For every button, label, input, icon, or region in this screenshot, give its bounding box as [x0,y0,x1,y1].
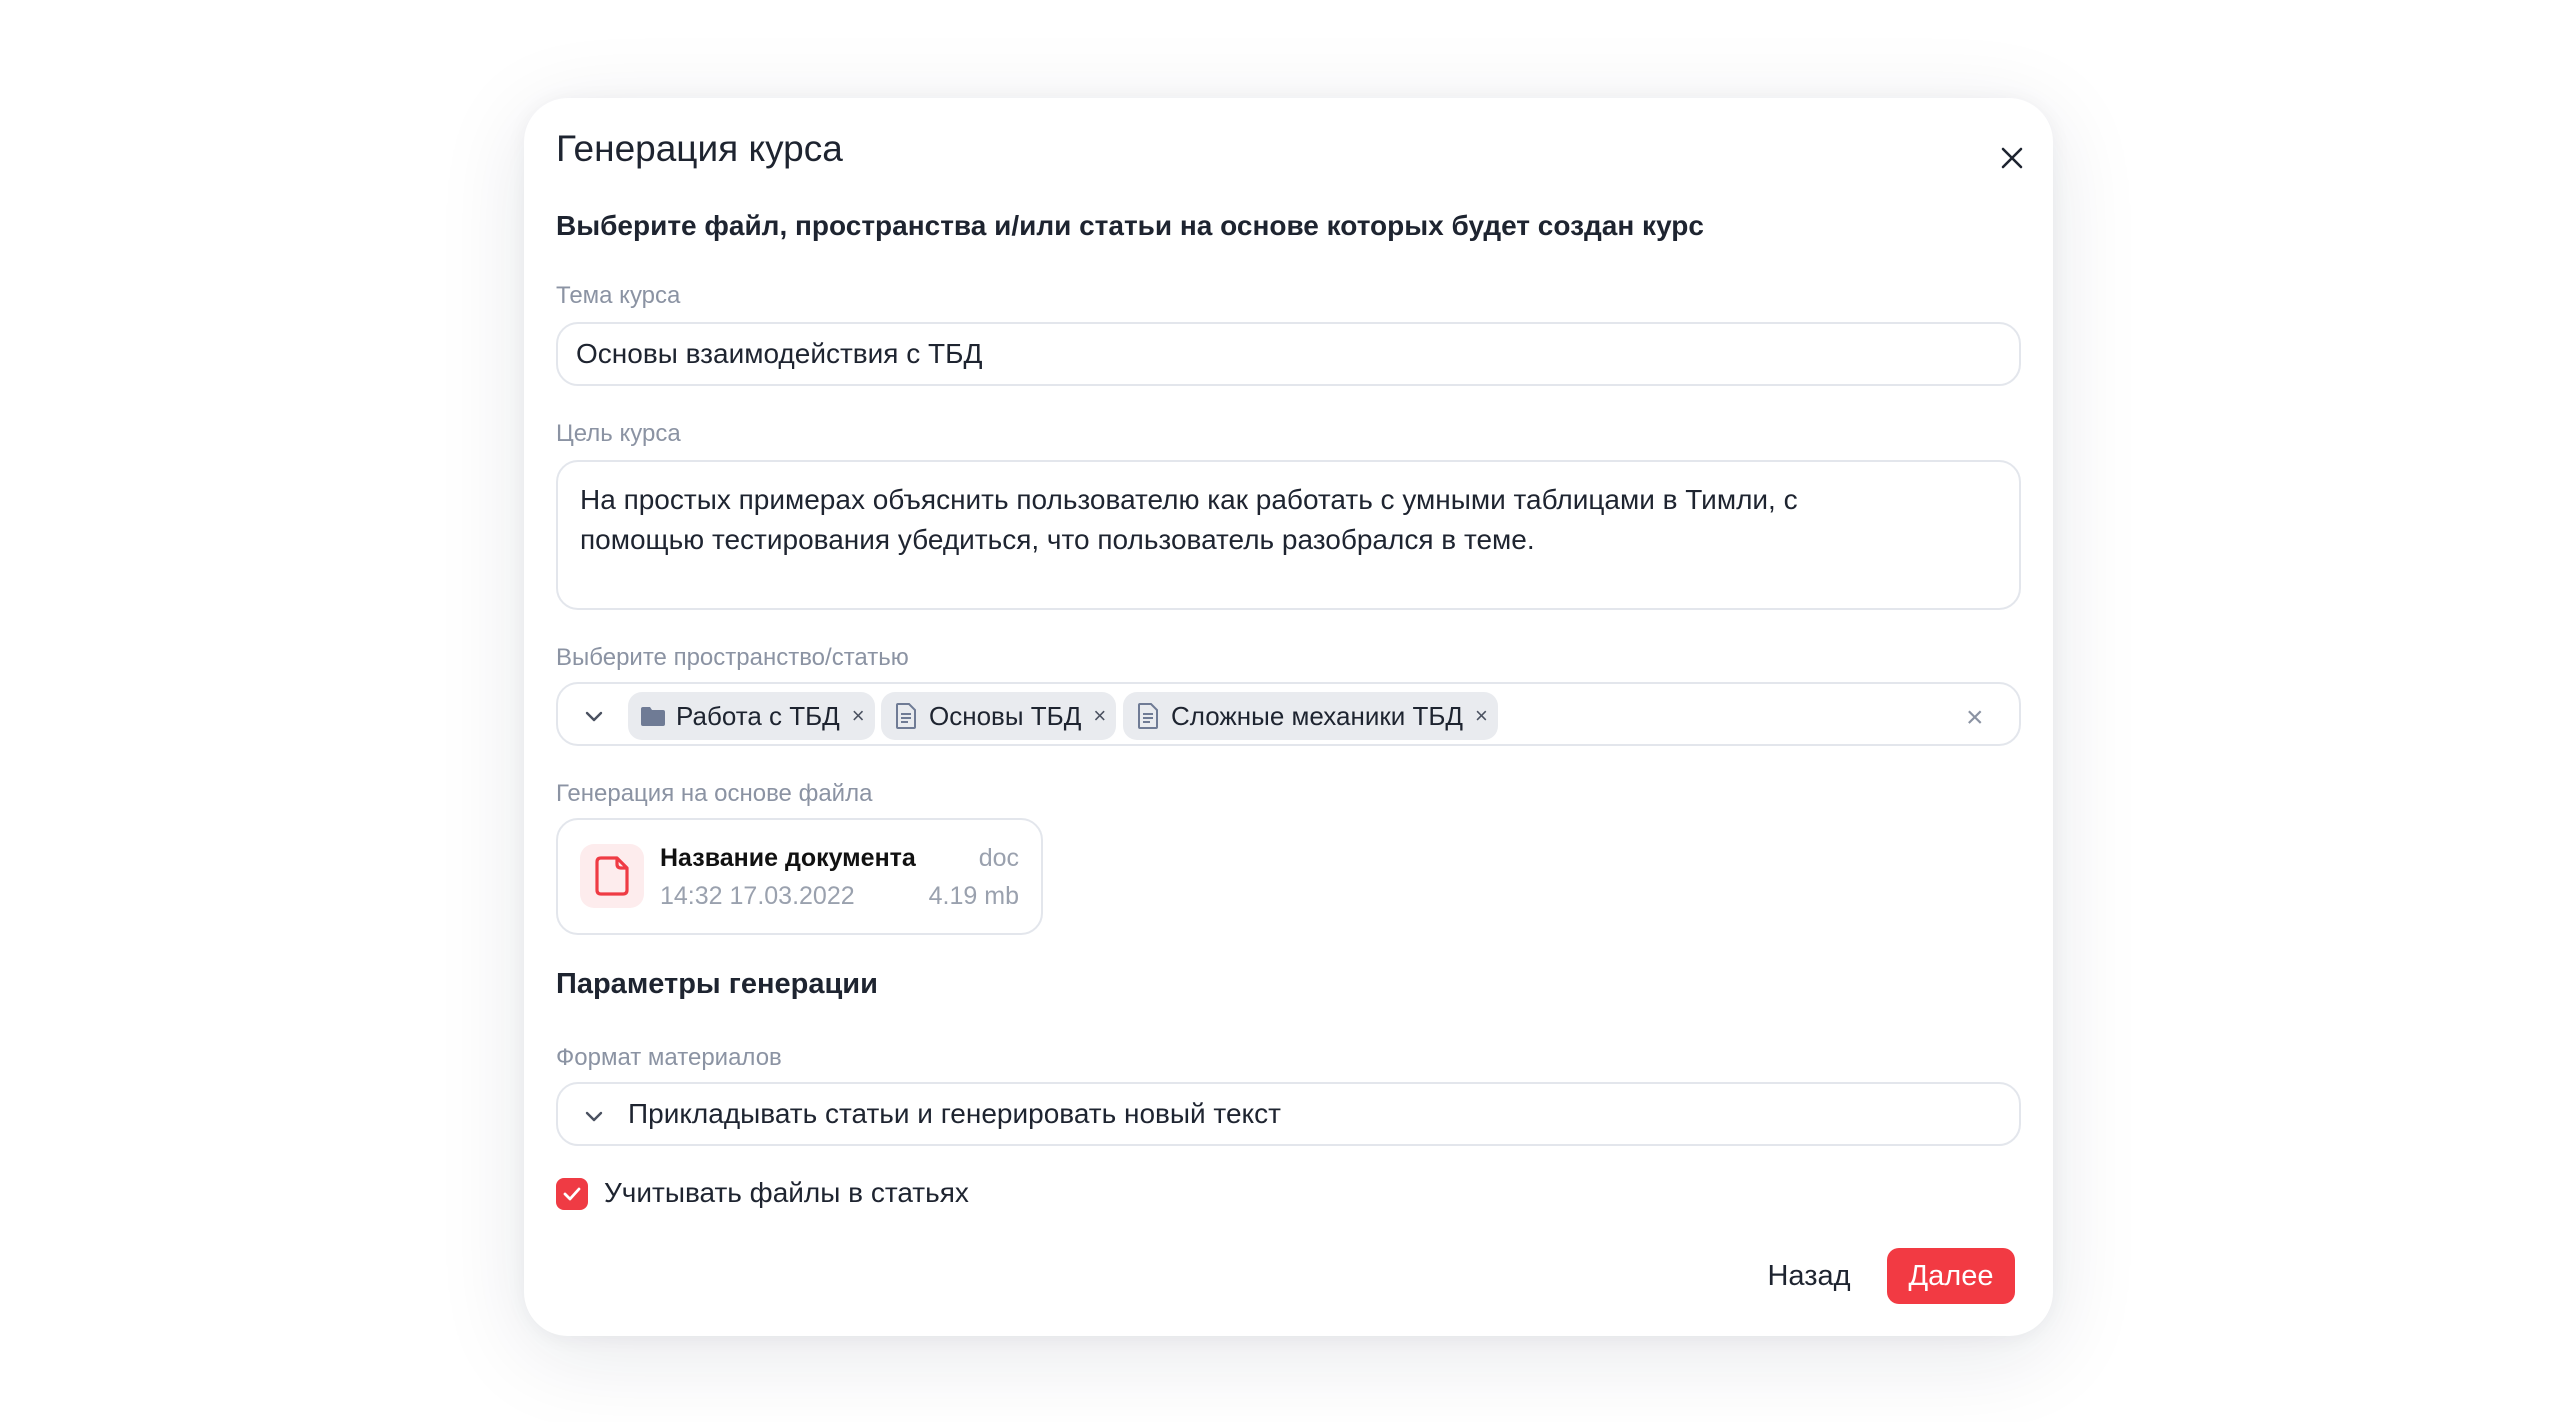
goal-line-2: помощью тестирования убедиться, что поль… [580,524,1535,555]
include-files-label[interactable]: Учитывать файлы в статьях [604,1177,969,1209]
topic-label: Тема курса [556,282,681,309]
topic-input-value: Основы взаимодействия с ТБД [576,338,983,369]
next-button[interactable]: Далее [1887,1248,2015,1304]
folder-icon [640,703,666,729]
format-label: Формат материалов [556,1044,782,1071]
back-button[interactable]: Назад [1754,1248,1864,1304]
file-section-label: Генерация на основе файла [556,780,873,807]
chip-remove-icon[interactable]: × [1475,703,1488,729]
goal-line-1: На простых примерах объяснить пользовате… [580,484,1798,515]
chevron-down-icon [582,1104,606,1128]
close-button[interactable] [1992,138,2032,178]
file-icon [595,856,629,896]
dialog-title: Генерация курса [556,128,843,169]
file-icon-wrap [580,844,644,908]
document-icon [1135,703,1161,729]
space-select-label: Выберите пространство/статью [556,644,909,671]
chevron-down-icon[interactable] [582,704,606,728]
chip-remove-icon[interactable]: × [852,703,865,729]
format-select[interactable]: Прикладывать статьи и генерировать новый… [556,1082,2021,1146]
file-type: doc [978,844,1019,872]
format-select-value: Прикладывать статьи и генерировать новый… [628,1098,1281,1129]
generate-course-dialog: Генерация курса Выберите файл, пространс… [524,98,2053,1336]
chip-article-advanced-tbd[interactable]: Сложные механики ТБД × [1123,692,1498,740]
chip-label: Работа с ТБД [676,700,840,731]
topic-input[interactable]: Основы взаимодействия с ТБД [556,322,2021,386]
chip-remove-icon[interactable]: × [1093,703,1106,729]
file-datetime: 14:32 17.03.2022 [660,882,855,910]
clear-all-icon[interactable]: × [1966,701,1984,735]
goal-label: Цель курса [556,420,681,447]
file-card[interactable]: Название документа doc 14:32 17.03.2022 … [556,818,1043,935]
goal-textarea[interactable]: На простых примерах объяснить пользовате… [556,460,2021,610]
include-files-checkbox[interactable] [556,1178,588,1210]
goal-textarea-value: На простых примерах объяснить пользовате… [580,480,1798,560]
document-icon [893,703,919,729]
chip-article-basics-tbd[interactable]: Основы ТБД × [881,692,1117,740]
chip-space-work-tbd[interactable]: Работа с ТБД × [628,692,875,740]
file-name: Название документа [660,844,916,872]
file-size: 4.19 mb [928,882,1019,910]
chip-label: Основы ТБД [929,700,1082,731]
close-icon [2001,147,2023,169]
space-multiselect[interactable]: Работа с ТБД × Основы ТБД × Сложные меха… [556,682,2021,746]
params-title: Параметры генерации [556,968,878,1000]
chip-label: Сложные механики ТБД [1171,700,1464,731]
check-icon [563,1187,581,1201]
dialog-subtitle: Выберите файл, пространства и/или статьи… [556,210,1704,241]
